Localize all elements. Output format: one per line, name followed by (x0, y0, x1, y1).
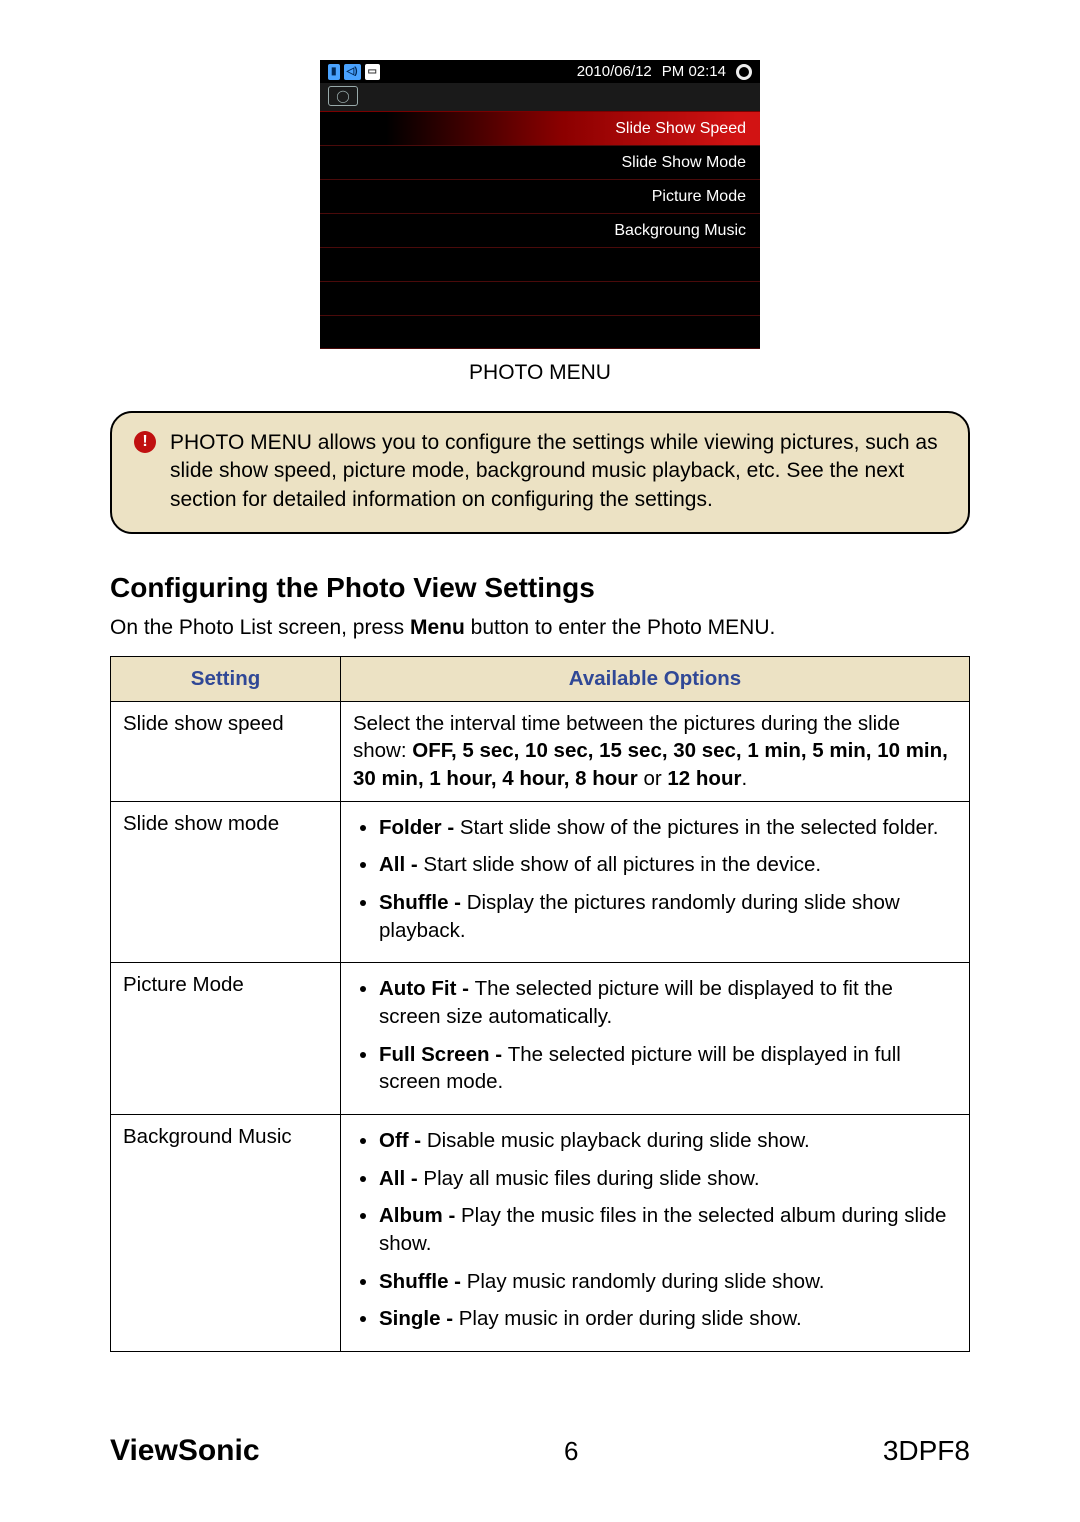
section-heading: Configuring the Photo View Settings (110, 572, 970, 604)
opt-text: Disable music playback during slide show… (427, 1129, 810, 1152)
opt-bold: Folder - (379, 816, 460, 839)
cell-setting-options: Select the interval time between the pic… (341, 701, 970, 801)
alarm-icon (736, 64, 752, 80)
info-callout: ! PHOTO MENU allows you to configure the… (110, 411, 970, 534)
opt-bold: Album - (379, 1204, 461, 1227)
opt-text: Play the music files in the selected alb… (379, 1204, 946, 1255)
opt-bold: Auto Fit - (379, 977, 475, 1000)
cell-setting-options: Auto Fit - The selected picture will be … (341, 963, 970, 1115)
list-item: All - Start slide show of all pictures i… (379, 851, 957, 879)
list-item: Auto Fit - The selected picture will be … (379, 975, 957, 1030)
opt-bold: Off - (379, 1129, 427, 1152)
status-bar: ▮ ◁) ▭ 2010/06/12 PM 02:14 (320, 60, 760, 83)
table-row: Slide show mode Folder - Start slide sho… (111, 801, 970, 963)
intro-bold: Menu (410, 616, 465, 639)
status-time: PM 02:14 (662, 63, 726, 80)
opt-text: Start slide show of all pictures in the … (423, 853, 821, 876)
intro-text: button to enter the Photo MENU. (465, 616, 776, 639)
opt-bold: Full Screen - (379, 1043, 508, 1066)
table-header-row: Setting Available Options (111, 657, 970, 702)
settings-table: Setting Available Options Slide show spe… (110, 656, 970, 1352)
list-item: All - Play all music files during slide … (379, 1165, 957, 1193)
menu-row-picture-mode[interactable]: Picture Mode (320, 179, 760, 213)
cell-setting-options: Folder - Start slide show of the picture… (341, 801, 970, 963)
list-item: Album - Play the music files in the sele… (379, 1202, 957, 1257)
photo-tab-icon: ◯ (328, 86, 358, 106)
list-item: Shuffle - Display the pictures randomly … (379, 889, 957, 944)
status-date: 2010/06/12 (577, 63, 652, 80)
opt-bold: 12 hour (667, 767, 741, 790)
menu-row-label: Slide Show Speed (615, 120, 746, 138)
cell-setting-label: Picture Mode (111, 963, 341, 1115)
footer-brand: ViewSonic (110, 1434, 260, 1468)
opt-bold: Shuffle - (379, 1270, 467, 1293)
opt-text: or (638, 767, 668, 790)
page-footer: ViewSonic 6 3DPF8 (110, 1434, 970, 1468)
photo-menu-list: Slide Show Speed Slide Show Mode Picture… (320, 111, 760, 349)
table-row: Background Music Off - Disable music pla… (111, 1115, 970, 1352)
menu-row-slide-show-mode[interactable]: Slide Show Mode (320, 145, 760, 179)
footer-model: 3DPF8 (883, 1435, 970, 1467)
cell-setting-label: Slide show speed (111, 701, 341, 801)
memory-icon: ▭ (365, 64, 380, 80)
menu-row-background-music[interactable]: Backgroung Music (320, 213, 760, 247)
sound-icon: ◁) (344, 64, 361, 80)
menu-row-empty (320, 315, 760, 349)
table-row: Slide show speed Select the interval tim… (111, 701, 970, 801)
menu-row-slide-show-speed[interactable]: Slide Show Speed (320, 111, 760, 145)
th-options: Available Options (341, 657, 970, 702)
opt-bold: All - (379, 1167, 423, 1190)
cell-setting-options: Off - Disable music playback during slid… (341, 1115, 970, 1352)
menu-row-label: Backgroung Music (614, 222, 746, 240)
list-item: Single - Play music in order during slid… (379, 1305, 957, 1333)
menu-row-label: Picture Mode (652, 188, 746, 206)
intro-paragraph: On the Photo List screen, press Menu but… (110, 616, 970, 640)
cell-setting-label: Slide show mode (111, 801, 341, 963)
opt-bold: Shuffle - (379, 891, 467, 914)
opt-text: . (741, 767, 747, 790)
list-item: Shuffle - Play music randomly during sli… (379, 1268, 957, 1296)
list-item: Full Screen - The selected picture will … (379, 1041, 957, 1096)
footer-page: 6 (564, 1436, 578, 1467)
photo-menu-caption: PHOTO MENU (110, 361, 970, 385)
menu-row-label: Slide Show Mode (621, 154, 746, 172)
sd-card-icon: ▮ (328, 64, 340, 80)
opt-text: Play music randomly during slide show. (467, 1270, 825, 1293)
opt-bold: Single - (379, 1307, 459, 1330)
menu-row-empty (320, 281, 760, 315)
opt-text: Play all music files during slide show. (423, 1167, 759, 1190)
cell-setting-label: Background Music (111, 1115, 341, 1352)
callout-text: PHOTO MENU allows you to configure the s… (170, 429, 946, 514)
photo-tab: ◯ (320, 83, 760, 111)
list-item: Folder - Start slide show of the picture… (379, 814, 957, 842)
th-setting: Setting (111, 657, 341, 702)
list-item: Off - Disable music playback during slid… (379, 1127, 957, 1155)
menu-row-empty (320, 247, 760, 281)
intro-text: On the Photo List screen, press (110, 616, 410, 639)
table-row: Picture Mode Auto Fit - The selected pic… (111, 963, 970, 1115)
exclamation-icon: ! (134, 431, 156, 453)
opt-text: Play music in order during slide show. (459, 1307, 802, 1330)
opt-text: Start slide show of the pictures in the … (460, 816, 939, 839)
opt-bold: All - (379, 853, 423, 876)
photo-menu-screenshot: ▮ ◁) ▭ 2010/06/12 PM 02:14 ◯ Slide Show … (320, 60, 760, 349)
